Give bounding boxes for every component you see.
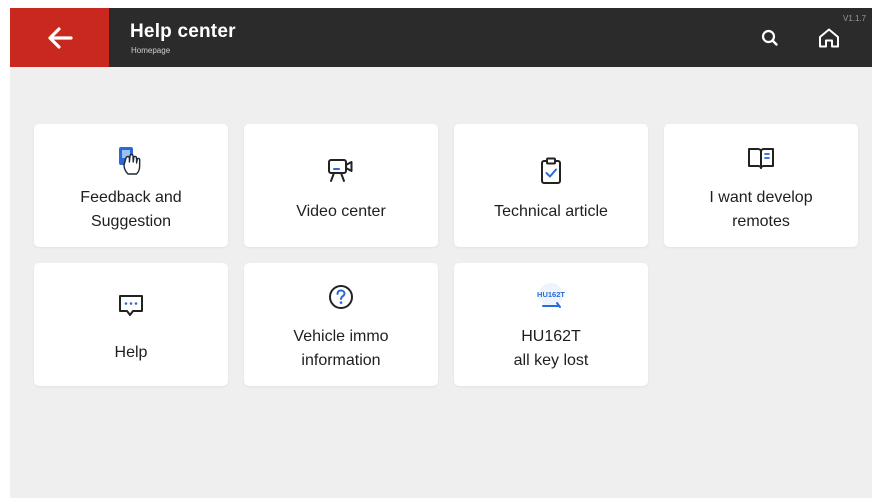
card-label: information [301, 352, 381, 369]
card-label: Video center [296, 203, 386, 220]
card-label: Technical article [494, 203, 608, 220]
home-icon [819, 28, 839, 48]
card-develop-remotes[interactable]: I want develop remotes [664, 124, 858, 247]
search-button[interactable] [758, 26, 782, 50]
hand-touch-icon [119, 147, 141, 175]
card-feedback-suggestion[interactable]: Feedback and Suggestion [34, 124, 228, 247]
breadcrumb: Homepage [131, 46, 171, 55]
card-label: all key lost [513, 352, 589, 369]
back-button[interactable] [10, 8, 109, 67]
card-vehicle-immo[interactable]: Vehicle immo information [244, 263, 438, 386]
chat-bubble-icon [119, 295, 143, 316]
card-label: Feedback and [80, 189, 182, 206]
arrow-left-icon [47, 26, 73, 49]
card-label: I want develop [709, 189, 813, 206]
card-video-center[interactable]: Video center [244, 124, 438, 247]
card-label: Suggestion [90, 213, 172, 230]
hu162t-key-icon: HU162T [537, 283, 565, 308]
hu162t-badge: HU162T [537, 290, 565, 299]
page-title: Help center [130, 21, 236, 42]
question-circle-icon [329, 285, 353, 309]
version-label: V1.1.7 [843, 14, 867, 23]
card-label: remotes [732, 213, 790, 230]
app-window: Help center Homepage V1.1.7 Feedback and… [10, 8, 872, 498]
clipboard-check-icon [541, 157, 561, 184]
card-label: Vehicle immo [293, 328, 389, 345]
card-help[interactable]: Help [34, 263, 228, 386]
home-button[interactable] [816, 25, 842, 51]
card-technical-article[interactable]: Technical article [454, 124, 648, 247]
search-icon [761, 29, 778, 46]
top-bar: Help center Homepage V1.1.7 [10, 8, 872, 67]
card-label: HU162T [521, 328, 581, 345]
card-label: Help [114, 344, 148, 361]
video-camera-icon [328, 159, 353, 182]
card-hu162t[interactable]: HU162T HU162T all key lost [454, 263, 648, 386]
book-icon [748, 148, 774, 169]
